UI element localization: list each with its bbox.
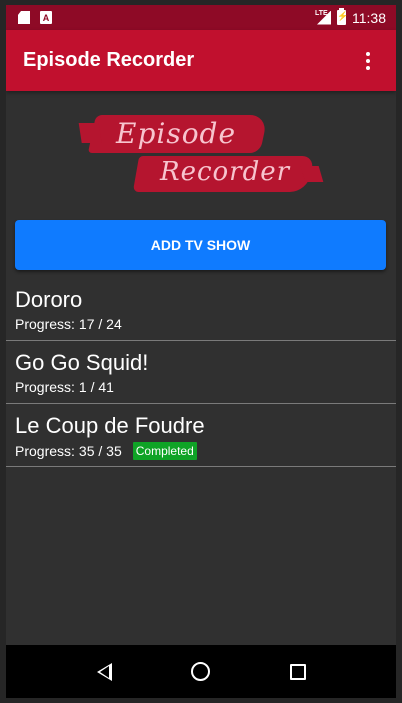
status-left: A bbox=[18, 11, 52, 24]
status-bar: A LTE 11:38 bbox=[6, 5, 396, 30]
device-frame: A LTE 11:38 Episode Recorder Episode Rec… bbox=[0, 0, 402, 703]
app-title: Episode Recorder bbox=[23, 49, 195, 71]
list-item[interactable]: Le Coup de Foudre Progress: 35 / 35 Comp… bbox=[6, 404, 396, 467]
app-bar: Episode Recorder bbox=[6, 30, 396, 91]
list-item[interactable]: Dororo Progress: 17 / 24 bbox=[6, 278, 396, 341]
show-title: Le Coup de Foudre bbox=[15, 413, 205, 438]
completed-badge: Completed bbox=[132, 442, 197, 460]
app-logo: Episode Recorder bbox=[87, 113, 315, 193]
overflow-menu-icon[interactable] bbox=[356, 49, 380, 73]
progress-value: 17 / 24 bbox=[78, 316, 122, 332]
progress-label: Progress: bbox=[15, 316, 75, 332]
progress-row: Progress: 35 / 35 Completed bbox=[15, 442, 396, 460]
logo-text-line1: Episode bbox=[116, 117, 237, 150]
add-tv-show-button[interactable]: ADD TV SHOW bbox=[15, 220, 386, 270]
logo-text-line2: Recorder bbox=[160, 157, 291, 187]
progress-value: 1 / 41 bbox=[78, 379, 114, 395]
back-button[interactable] bbox=[92, 660, 116, 684]
sd-card-icon bbox=[18, 11, 30, 24]
a-notification-icon: A bbox=[40, 11, 52, 24]
signal-icon: LTE bbox=[315, 9, 331, 25]
show-title: Dororo bbox=[15, 287, 83, 312]
recents-button[interactable] bbox=[286, 660, 310, 684]
show-title: Go Go Squid! bbox=[15, 350, 149, 375]
progress-row: Progress: 1 / 41 bbox=[15, 379, 396, 395]
navigation-bar bbox=[6, 645, 396, 698]
screen: A LTE 11:38 Episode Recorder Episode Rec… bbox=[6, 5, 396, 698]
status-right: LTE 11:38 bbox=[315, 8, 386, 26]
show-list: Dororo Progress: 17 / 24 Go Go Squid! Pr… bbox=[6, 278, 396, 467]
progress-value: 35 / 35 bbox=[78, 443, 122, 459]
progress-label: Progress: bbox=[15, 443, 75, 459]
progress-label: Progress: bbox=[15, 379, 75, 395]
home-icon bbox=[191, 662, 211, 681]
back-icon bbox=[96, 662, 112, 681]
network-type: LTE bbox=[315, 9, 328, 17]
progress-row: Progress: 17 / 24 bbox=[15, 316, 396, 332]
list-item[interactable]: Go Go Squid! Progress: 1 / 41 bbox=[6, 341, 396, 404]
recents-icon bbox=[289, 663, 306, 680]
status-clock: 11:38 bbox=[352, 9, 386, 26]
home-button[interactable] bbox=[189, 660, 213, 684]
battery-charging-icon bbox=[337, 8, 348, 25]
